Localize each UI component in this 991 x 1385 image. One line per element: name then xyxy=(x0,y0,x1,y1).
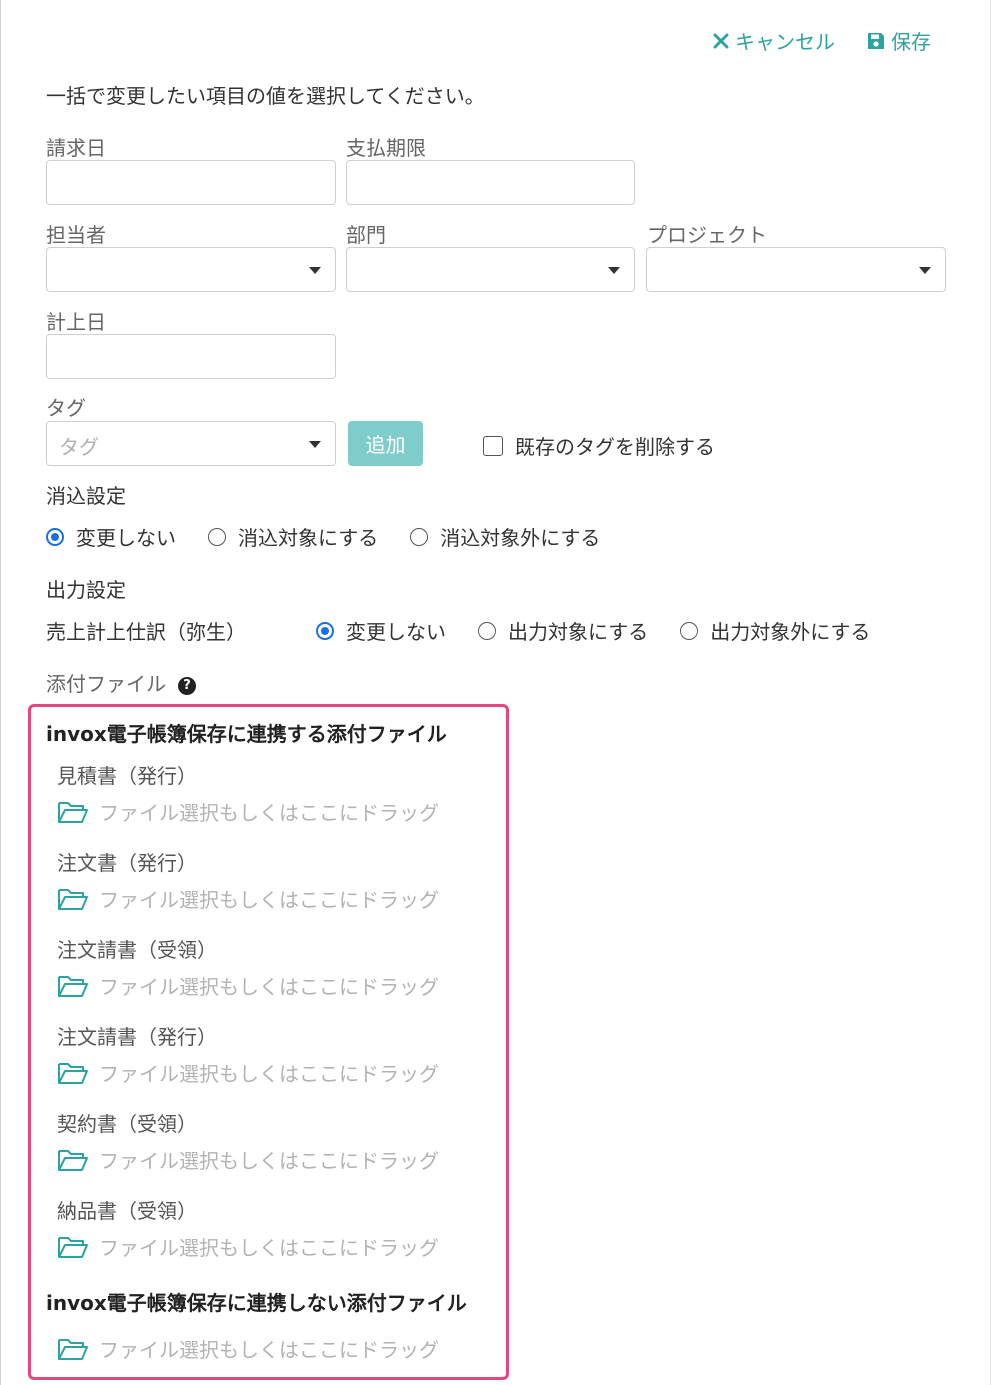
doc-label-order: 注文書（発行） xyxy=(57,851,197,875)
reconcile-radio-group: 変更しない 消込対象にする 消込対象外にする xyxy=(46,522,600,551)
output-option-label: 変更しない xyxy=(346,620,446,644)
output-option-label: 出力対象にする xyxy=(508,620,649,644)
invoice-date-label: 請求日 xyxy=(46,136,106,160)
output-row-label: 売上計上仕訳（弥生） xyxy=(46,620,246,644)
folder-open-icon xyxy=(58,1062,88,1084)
save-icon xyxy=(868,32,884,49)
drop-text: ファイル選択もしくはここにドラッグ xyxy=(99,1062,439,1086)
reconcile-option-label: 消込対象外にする xyxy=(440,526,601,550)
department-select[interactable] xyxy=(346,247,635,292)
person-select[interactable] xyxy=(46,247,336,292)
radio[interactable] xyxy=(478,621,496,640)
doc-label-delivery: 納品書（受領） xyxy=(57,1199,197,1223)
radio-checked[interactable] xyxy=(46,527,64,546)
delete-tags-checkbox[interactable] xyxy=(483,435,503,456)
save-button[interactable]: 保存 xyxy=(867,26,931,55)
chevron-down-icon xyxy=(919,267,931,274)
output-option-label: 出力対象外にする xyxy=(710,620,871,644)
doc-label-order-ack-received: 注文請書（受領） xyxy=(57,938,217,962)
attachments-title: 添付ファイル? xyxy=(46,668,196,697)
chevron-down-icon xyxy=(309,267,321,274)
instruction-text: 一括で変更したい項目の値を選択してください。 xyxy=(46,84,485,108)
doc-label-contract: 契約書（受領） xyxy=(57,1112,197,1136)
folder-open-icon xyxy=(58,801,88,823)
reconcile-option-include[interactable]: 消込対象にする xyxy=(208,522,378,551)
delete-tags-label: 既存のタグを削除する xyxy=(515,435,715,459)
reconcile-option-no-change[interactable]: 変更しない xyxy=(46,522,176,551)
delete-tags-option[interactable]: 既存のタグを削除する xyxy=(483,431,715,460)
tag-label: タグ xyxy=(46,396,86,420)
reconcile-title: 消込設定 xyxy=(46,484,126,508)
output-option-exclude[interactable]: 出力対象外にする xyxy=(680,616,870,645)
radio[interactable] xyxy=(680,621,699,640)
folder-open-icon xyxy=(58,1338,88,1360)
file-drop-zone[interactable]: ファイル選択もしくはここにドラッグ xyxy=(57,1058,439,1087)
file-drop-zone[interactable]: ファイル選択もしくはここにドラッグ xyxy=(57,1334,439,1363)
drop-text: ファイル選択もしくはここにドラッグ xyxy=(99,1338,439,1362)
close-icon xyxy=(713,33,729,48)
radio[interactable] xyxy=(208,527,226,546)
invoice-date-input[interactable] xyxy=(46,160,336,205)
folder-open-icon xyxy=(58,975,88,997)
reconcile-option-exclude[interactable]: 消込対象外にする xyxy=(410,522,600,551)
file-drop-zone[interactable]: ファイル選択もしくはここにドラッグ xyxy=(57,884,439,913)
linked-attachments-title: invox電子帳簿保存に連携する添付ファイル xyxy=(46,722,447,746)
file-drop-zone[interactable]: ファイル選択もしくはここにドラッグ xyxy=(57,797,439,826)
output-title: 出力設定 xyxy=(46,578,126,602)
posting-date-input[interactable] xyxy=(46,334,336,379)
payment-due-label: 支払期限 xyxy=(346,136,426,160)
left-border xyxy=(0,0,1,1385)
drop-text: ファイル選択もしくはここにドラッグ xyxy=(99,888,439,912)
top-actions: キャンセル 保存 xyxy=(713,26,931,55)
reconcile-option-label: 変更しない xyxy=(76,526,176,550)
drop-text: ファイル選択もしくはここにドラッグ xyxy=(99,1149,439,1173)
file-drop-zone[interactable]: ファイル選択もしくはここにドラッグ xyxy=(57,1232,439,1261)
department-label: 部門 xyxy=(346,223,386,247)
posting-date-label: 計上日 xyxy=(46,310,106,334)
doc-label-order-ack-issued: 注文請書（発行） xyxy=(57,1025,217,1049)
drop-text: ファイル選択もしくはここにドラッグ xyxy=(99,975,439,999)
drop-text: ファイル選択もしくはここにドラッグ xyxy=(99,1236,439,1260)
cancel-button[interactable]: キャンセル xyxy=(713,26,835,55)
person-label: 担当者 xyxy=(46,223,106,247)
output-option-include[interactable]: 出力対象にする xyxy=(478,616,648,645)
reconcile-option-label: 消込対象にする xyxy=(238,526,379,550)
add-tag-button[interactable]: 追加 xyxy=(348,421,423,466)
output-option-no-change[interactable]: 変更しない xyxy=(316,616,446,645)
tag-select[interactable]: タグ xyxy=(46,421,336,466)
folder-open-icon xyxy=(58,888,88,910)
output-radio-group: 変更しない 出力対象にする 出力対象外にする xyxy=(316,616,870,645)
folder-open-icon xyxy=(58,1236,88,1258)
question-circle-icon[interactable]: ? xyxy=(178,676,196,695)
chevron-down-icon xyxy=(309,441,321,448)
drop-text: ファイル選択もしくはここにドラッグ xyxy=(99,801,439,825)
file-drop-zone[interactable]: ファイル選択もしくはここにドラッグ xyxy=(57,1145,439,1174)
payment-due-input[interactable] xyxy=(346,160,635,205)
unlinked-attachments-title: invox電子帳簿保存に連携しない添付ファイル xyxy=(46,1291,467,1315)
save-label: 保存 xyxy=(891,30,931,54)
project-label: プロジェクト xyxy=(647,223,767,247)
radio[interactable] xyxy=(410,527,429,546)
cancel-label: キャンセル xyxy=(735,30,835,54)
tag-placeholder: タグ xyxy=(59,435,99,459)
radio-checked[interactable] xyxy=(316,621,334,640)
chevron-down-icon xyxy=(608,267,620,274)
attachments-title-text: 添付ファイル xyxy=(46,672,166,696)
project-select[interactable] xyxy=(646,247,946,292)
folder-open-icon xyxy=(58,1149,88,1171)
file-drop-zone[interactable]: ファイル選択もしくはここにドラッグ xyxy=(57,971,439,1000)
doc-label-estimate: 見積書（発行） xyxy=(57,764,197,788)
